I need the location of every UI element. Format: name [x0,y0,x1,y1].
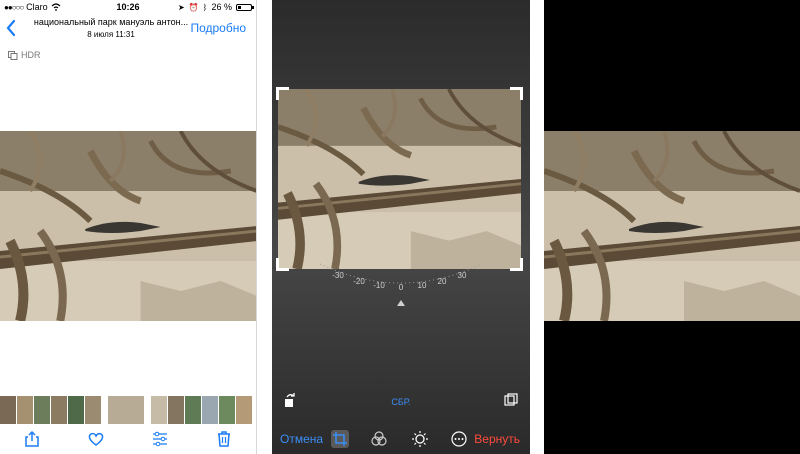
thumbnail[interactable] [185,396,201,424]
crop-photo [278,89,521,269]
thumbnail[interactable] [34,396,50,424]
straighten-dial-graphic: -30 -20 -10 0 10 20 30 [319,263,483,306]
thumbnail[interactable] [151,396,167,424]
thumbnail-filmstrip[interactable] [0,396,256,424]
dial-tick-label: 0 [399,283,404,292]
thumbnail[interactable] [68,396,84,424]
result-photo-image [544,131,800,321]
status-bar: ●●○○○ Claro 10:26 ➤ ⏰ ᛒ 26 % [0,0,256,14]
thumbnail[interactable] [168,396,184,424]
thumbnail[interactable] [219,396,235,424]
main-photo[interactable] [0,131,257,321]
viewer-toolbar [0,424,256,454]
adjust-sliders-icon[interactable] [151,430,169,448]
cancel-button[interactable]: Отмена [280,432,323,446]
heart-icon[interactable] [87,430,105,448]
navigation-bar: национальный парк мануэль антон... 8 июл… [0,14,256,44]
dial-tick-label: 10 [418,281,427,290]
thumbnail[interactable] [85,396,101,424]
dial-tick-label: 20 [438,277,447,286]
editor-toolbar: Отмена Вернуть [272,424,530,454]
reset-button[interactable]: СБР. [272,397,530,407]
thumbnail[interactable] [17,396,33,424]
result-preview-panel [544,0,800,454]
thumbnail[interactable] [236,396,252,424]
hdr-label: HDR [21,50,41,60]
thumbnail-gap [102,396,107,424]
thumbnail[interactable] [0,396,16,424]
aspect-ratio-icon[interactable] [504,393,518,407]
thumbnail[interactable] [51,396,67,424]
dial-pointer [397,300,405,306]
share-icon[interactable] [23,430,41,448]
photo-image [0,131,257,321]
crop-rotate-icon[interactable] [331,430,349,448]
photos-viewer-panel: ●●○○○ Claro 10:26 ➤ ⏰ ᛒ 26 % национальны… [0,0,257,454]
crop-editor-panel: -30 -20 -10 0 10 20 30 СБР. Отмена Верну… [272,0,530,454]
crop-handle-top-left[interactable] [276,87,289,100]
dial-tick-label: -10 [373,281,385,290]
battery-icon [236,3,254,11]
crop-photo-image [278,89,521,269]
details-button[interactable]: Подробно [190,21,246,35]
revert-button[interactable]: Вернуть [474,432,520,446]
photo-title: национальный парк мануэль антон... [33,17,189,27]
alarm-icon: ⏰ [188,2,199,12]
crop-frame[interactable] [276,87,523,271]
dial-tick-label: -20 [353,277,365,286]
thumbnail-current[interactable] [108,396,144,424]
dial-tick-label: 30 [458,271,467,280]
bluetooth-icon: ᛒ [202,2,208,12]
thumbnail-gap [145,396,150,424]
photo-date: 8 июля 11:31 [87,30,135,39]
location-icon: ➤ [178,2,185,12]
crop-handle-top-right[interactable] [510,87,523,100]
dial-tick-label: -30 [332,271,344,280]
straighten-dial[interactable]: -30 -20 -10 0 10 20 30 [272,262,530,312]
trash-icon[interactable] [215,430,233,448]
hdr-icon [8,50,18,60]
hdr-badge: HDR [8,50,41,60]
light-dial-icon[interactable] [411,430,429,448]
thumbnail[interactable] [202,396,218,424]
result-photo[interactable] [544,131,800,321]
back-chevron-icon[interactable] [4,18,18,38]
more-icon[interactable] [450,430,468,448]
battery-percent: 26 % [211,2,232,12]
filters-icon[interactable] [370,430,388,448]
